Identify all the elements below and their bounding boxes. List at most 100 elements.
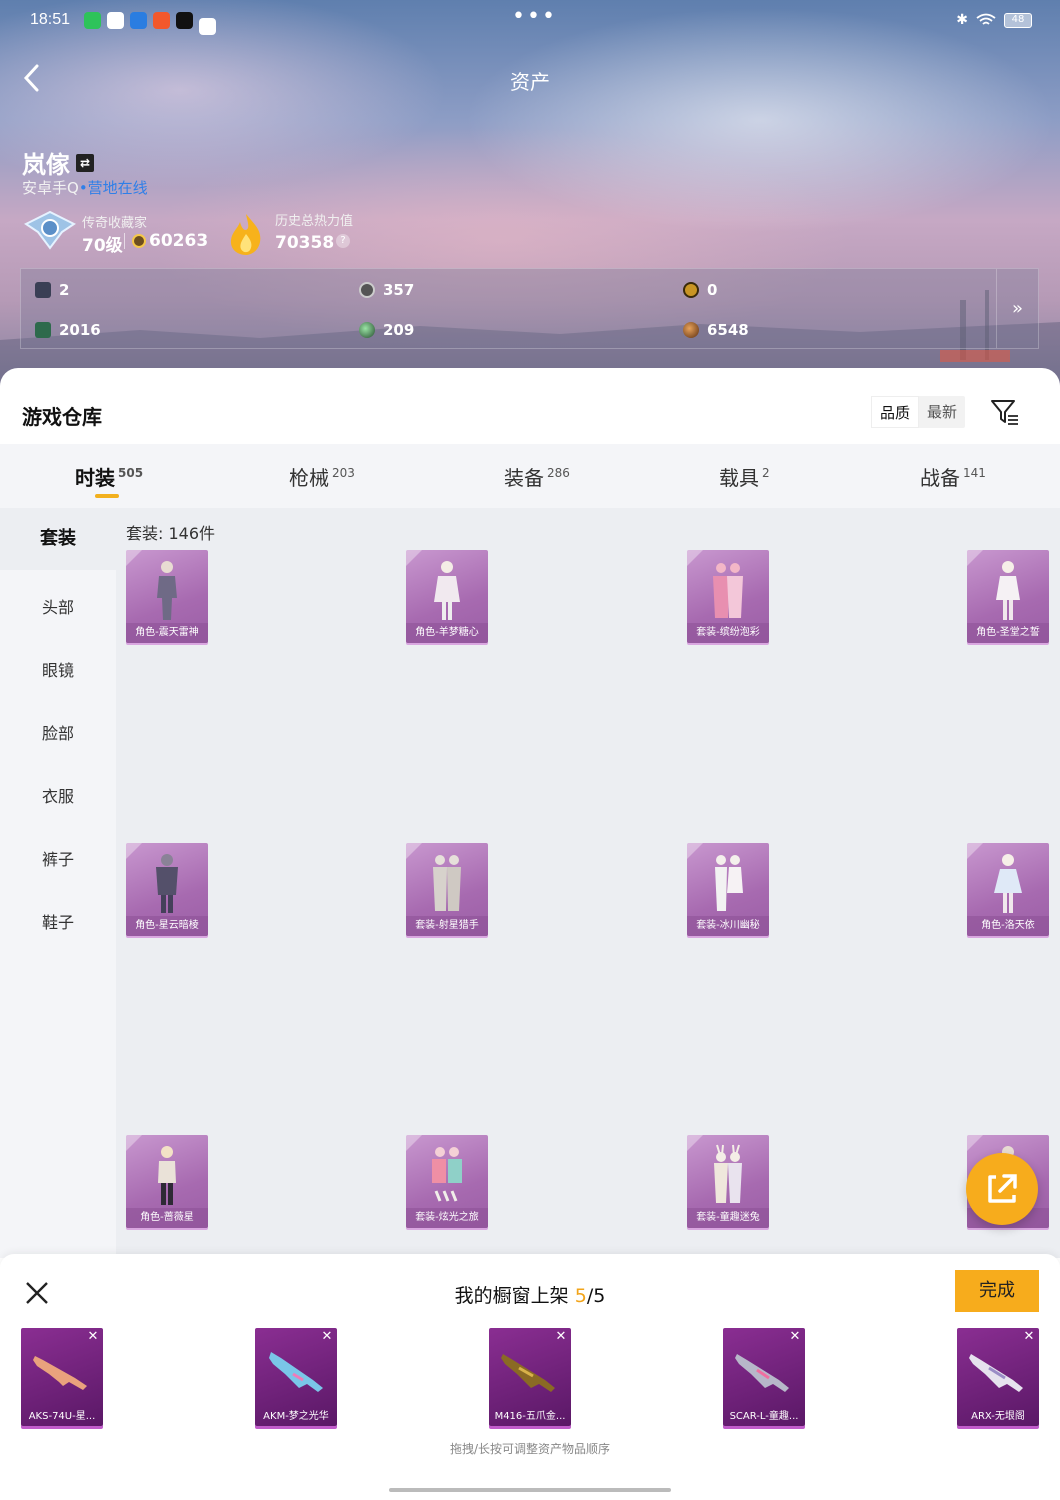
remove-icon[interactable]: ✕ bbox=[320, 1330, 334, 1344]
tab-label: 载具 bbox=[719, 466, 759, 490]
stat-gold-token: 0 bbox=[683, 281, 717, 299]
tab-supplies[interactable]: 战备 141 bbox=[920, 462, 986, 491]
collector-title: 传奇收藏家 bbox=[82, 216, 148, 231]
showcase-item-name: ARX-无垠阁 bbox=[971, 1411, 1025, 1422]
corner-tag bbox=[406, 843, 422, 859]
showcase-item-name: AKM-梦之光华 bbox=[263, 1411, 329, 1422]
sidebar-item-clothes[interactable]: 衣服 bbox=[0, 783, 116, 807]
shield-app-icon bbox=[107, 12, 124, 29]
subcategory-sidebar: 套装 头部 眼镜 脸部 衣服 裤子 鞋子 bbox=[0, 508, 116, 1258]
filter-icon[interactable] bbox=[988, 396, 1020, 426]
item-card[interactable]: 角色-羊梦糖心 bbox=[406, 550, 488, 643]
legend-collector-emblem-icon bbox=[24, 210, 76, 250]
sidebar-item-face[interactable]: 脸部 bbox=[0, 720, 116, 744]
wechat-icon bbox=[84, 12, 101, 29]
profile-header-background: 18:51 ••• ✱ 48 资产 岚傢 ⇄ 安卓手Q•营地在线 传奇收藏家 7… bbox=[0, 0, 1060, 400]
shop-app-icon bbox=[153, 12, 170, 29]
wifi-icon bbox=[976, 13, 996, 25]
showcase-item[interactable]: ✕ AKM-梦之光华 bbox=[255, 1328, 337, 1426]
stat-value: 209 bbox=[383, 321, 415, 339]
item-card[interactable]: 套装-冰川幽秘 bbox=[687, 843, 769, 936]
character-figure-icon bbox=[157, 561, 177, 620]
stat-medal: 357 bbox=[359, 281, 414, 299]
category-tabs: 时装 505 枪械 203 装备 286 载具 2 战备 141 bbox=[0, 444, 1060, 508]
green-card-icon bbox=[35, 322, 51, 338]
showcase-item[interactable]: ✕ ARX-无垠阁 bbox=[957, 1328, 1039, 1426]
page-title: 资产 bbox=[510, 70, 550, 94]
item-card[interactable]: 角色-圣堂之誓 bbox=[967, 550, 1049, 643]
item-grid: 套装: 146件 角色-震天雷神 角色-羊梦糖心 套装-缤纷泡彩 角色-圣堂之誓… bbox=[116, 508, 1060, 1258]
sort-newest[interactable]: 最新 bbox=[919, 396, 965, 428]
sort-toggle[interactable]: 品质 最新 bbox=[871, 396, 966, 428]
fire-icon bbox=[230, 214, 261, 255]
corner-tag bbox=[406, 550, 422, 566]
character-figure-icon bbox=[713, 563, 743, 618]
tab-weapons[interactable]: 枪械 203 bbox=[289, 462, 355, 491]
username: 岚傢 ⇄ bbox=[22, 145, 94, 180]
switch-account-icon[interactable]: ⇄ bbox=[76, 153, 94, 172]
showcase-item[interactable]: ✕ M416-五爪金... bbox=[489, 1328, 571, 1426]
online-status-text: 营地在线 bbox=[87, 179, 148, 197]
character-figure-icon bbox=[994, 854, 1022, 913]
item-name: 角色-洛天依 bbox=[967, 916, 1049, 936]
heat-title: 历史总热力值 bbox=[275, 214, 354, 229]
active-tab-indicator bbox=[95, 494, 119, 498]
tab-vehicles[interactable]: 载具 2 bbox=[719, 462, 770, 491]
item-card[interactable]: 套装-缤纷泡彩 bbox=[687, 550, 769, 643]
orb-icon bbox=[359, 322, 375, 338]
status-time: 18:51 bbox=[30, 11, 71, 28]
item-name: 套装-缤纷泡彩 bbox=[687, 623, 769, 643]
sidebar-item-glasses[interactable]: 眼镜 bbox=[0, 657, 116, 681]
item-name: 套装-冰川幽秘 bbox=[687, 916, 769, 936]
remove-icon[interactable]: ✕ bbox=[86, 1330, 100, 1344]
sidebar-item-head[interactable]: 头部 bbox=[0, 594, 116, 618]
asset-stats-panel[interactable]: 2 357 0 2016 209 6548 » bbox=[20, 268, 1039, 349]
stat-green-card: 2016 bbox=[35, 321, 101, 339]
corner-tag bbox=[967, 1135, 983, 1151]
sidebar-item-outfit[interactable]: 套装 bbox=[0, 508, 116, 570]
corner-tag bbox=[687, 843, 703, 859]
remove-icon[interactable]: ✕ bbox=[1022, 1330, 1036, 1344]
sort-quality[interactable]: 品质 bbox=[871, 396, 920, 428]
remove-icon[interactable]: ✕ bbox=[788, 1330, 802, 1344]
item-card[interactable]: 套装-炫光之旅 bbox=[406, 1135, 488, 1228]
showcase-item[interactable]: ✕ SCAR-L-童趣... bbox=[723, 1328, 805, 1426]
character-figure-icon bbox=[996, 561, 1020, 620]
item-name: 角色-蔷薇星 bbox=[126, 1208, 208, 1228]
item-card[interactable]: 角色-蔷薇星 bbox=[126, 1135, 208, 1228]
done-button[interactable]: 完成 bbox=[955, 1270, 1039, 1312]
remove-icon[interactable]: ✕ bbox=[554, 1330, 568, 1344]
item-card[interactable]: 角色-洛天依 bbox=[967, 843, 1049, 936]
item-name: 套装-射星猎手 bbox=[406, 916, 488, 936]
character-figure-icon bbox=[715, 855, 743, 911]
tab-fashion[interactable]: 时装 505 bbox=[75, 462, 143, 491]
showcase-item-name: SCAR-L-童趣... bbox=[729, 1411, 799, 1422]
help-icon[interactable]: ? bbox=[336, 234, 350, 248]
share-button[interactable] bbox=[966, 1153, 1038, 1225]
tab-count: 2 bbox=[762, 466, 770, 480]
showcase-title: 我的橱窗上架 5/5 bbox=[0, 1281, 1060, 1308]
showcase-item[interactable]: ✕ AKS-74U-星... bbox=[21, 1328, 103, 1426]
item-card[interactable]: 套装-射星猎手 bbox=[406, 843, 488, 936]
item-card[interactable]: 角色-震天雷神 bbox=[126, 550, 208, 643]
rifle-icon bbox=[969, 1354, 1023, 1392]
showcase-item-name: AKS-74U-星... bbox=[28, 1411, 96, 1422]
item-card[interactable]: 套装-童趣迷兔 bbox=[687, 1135, 769, 1228]
rifle-icon bbox=[269, 1352, 323, 1392]
sidebar-item-pants[interactable]: 裤子 bbox=[0, 846, 116, 870]
external-link-icon bbox=[988, 1174, 1017, 1203]
rifle-icon bbox=[33, 1356, 87, 1390]
item-name: 角色-羊梦糖心 bbox=[406, 623, 488, 643]
character-figure-icon bbox=[156, 854, 178, 913]
corner-tag bbox=[406, 1135, 422, 1151]
double-chevron-right-icon[interactable]: » bbox=[996, 269, 1038, 348]
item-name: 套装-童趣迷兔 bbox=[687, 1208, 769, 1228]
window-more-icon[interactable]: ••• bbox=[512, 4, 557, 29]
tab-equipment[interactable]: 装备 286 bbox=[504, 462, 570, 491]
home-indicator[interactable] bbox=[389, 1488, 671, 1492]
tab-label: 战备 bbox=[920, 466, 960, 490]
sidebar-item-shoes[interactable]: 鞋子 bbox=[0, 909, 116, 933]
corner-tag bbox=[687, 1135, 703, 1151]
item-card[interactable]: 角色-星云暗棱 bbox=[126, 843, 208, 936]
gold-token-icon bbox=[683, 282, 699, 298]
